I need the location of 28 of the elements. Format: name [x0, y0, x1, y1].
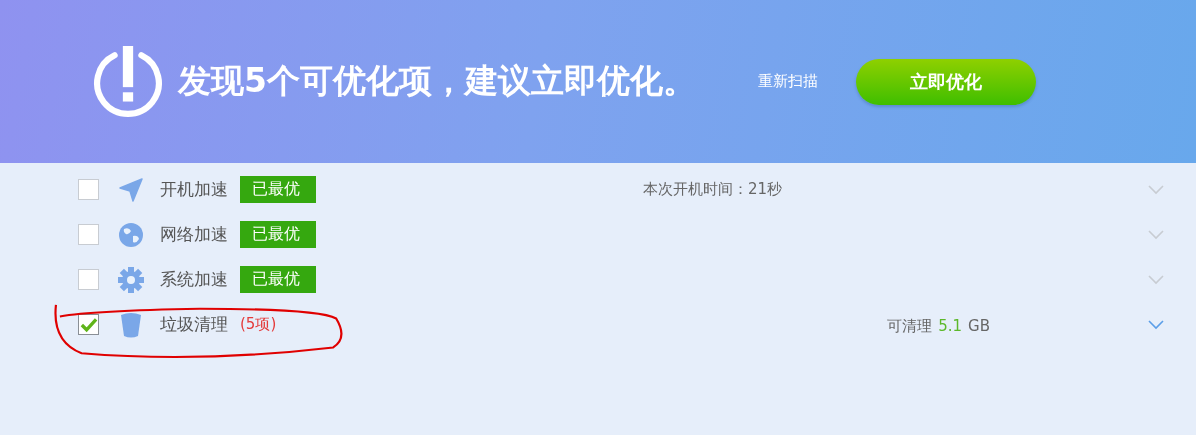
item-label: 系统加速	[160, 268, 228, 291]
chevron-down-icon[interactable]	[1148, 274, 1164, 285]
chevron-down-icon[interactable]	[1148, 184, 1164, 195]
checkbox[interactable]	[78, 179, 99, 200]
cleanable-size: 5.1	[938, 316, 963, 336]
size-unit: GB	[968, 316, 990, 336]
optimize-button[interactable]: 立即优化	[856, 58, 1036, 105]
chevron-down-icon[interactable]	[1148, 229, 1164, 240]
boot-time-text: 本次开机时间：21秒	[643, 180, 783, 199]
item-label: 垃圾清理	[160, 313, 228, 336]
rescan-link[interactable]: 重新扫描	[758, 72, 828, 91]
status-badge: 已最优	[240, 266, 316, 293]
paper-plane-icon	[118, 176, 144, 203]
status-badge: 已最优	[240, 221, 316, 248]
checkbox[interactable]	[78, 269, 99, 290]
checkbox[interactable]	[78, 224, 99, 245]
bin-icon	[120, 311, 142, 338]
item-count: (5项)	[240, 315, 277, 334]
item-label: 开机加速	[160, 178, 228, 201]
chevron-down-icon[interactable]	[1148, 319, 1164, 330]
cleanable-label: 可清理	[887, 316, 933, 336]
checkbox[interactable]	[78, 314, 99, 335]
header-title: 发现5个可优化项，建议立即优化。	[178, 60, 697, 102]
alert-power-icon	[92, 45, 164, 118]
gear-icon	[118, 266, 144, 293]
globe-icon	[118, 221, 144, 248]
item-label: 网络加速	[160, 223, 228, 246]
status-badge: 已最优	[240, 176, 316, 203]
